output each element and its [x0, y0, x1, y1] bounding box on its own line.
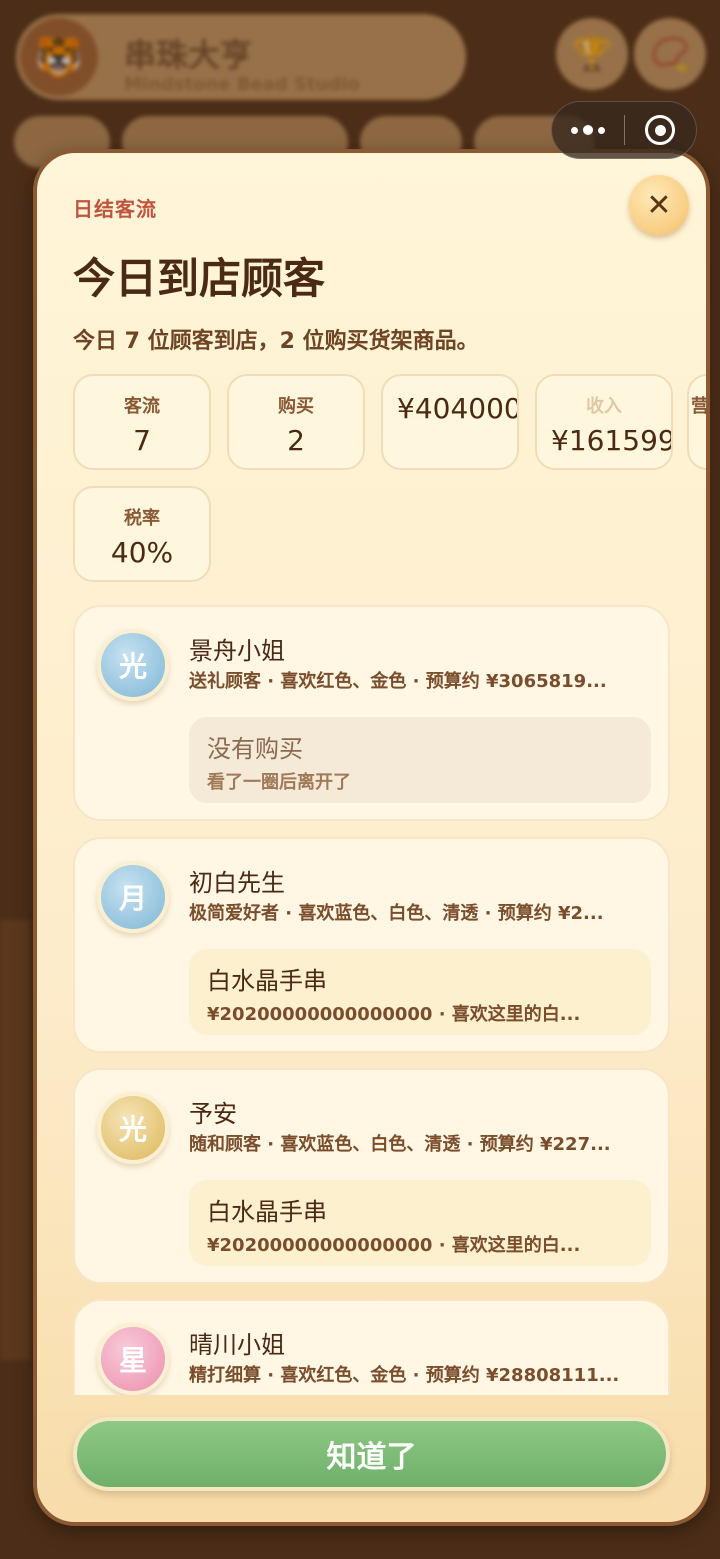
purchase-title: 白水晶手串	[207, 1198, 327, 1226]
purchase-detail: 看了一圈后离开了	[207, 772, 351, 793]
stat-label: 客流	[124, 396, 160, 417]
more-dots-icon[interactable]	[552, 102, 624, 158]
purchase-title: 没有购买	[207, 735, 303, 763]
purchase-detail: ¥20200000000000000 · 喜欢这里的白...	[207, 1004, 581, 1025]
customer-avatar: 光	[97, 629, 169, 701]
modal-kicker: 日结客流	[73, 197, 157, 221]
purchase-status: 白水晶手串 ¥20200000000000000 · 喜欢这里的白...	[189, 949, 651, 1035]
stat-label: 营	[691, 396, 709, 417]
purchase-detail: ¥20200000000000000 · 喜欢这里的白...	[207, 1235, 581, 1256]
modal-title: 今日到店顾客	[73, 254, 326, 303]
stat-value: ¥4040000	[397, 392, 517, 425]
close-button[interactable]: ✕	[629, 175, 689, 235]
miniprogram-capsule	[551, 101, 697, 159]
daily-traffic-modal: 日结客流 ✕ 今日到店顾客 今日 7 位顾客到店，2 位购买货架商品。 客流 7…	[33, 149, 710, 1526]
customer-name: 景舟小姐	[189, 637, 285, 665]
target-close-icon[interactable]	[625, 102, 697, 158]
purchase-status: 没有购买 看了一圈后离开了	[189, 717, 651, 803]
stat-purchases: 购买 2	[227, 374, 365, 470]
customer-name: 晴川小姐	[189, 1331, 285, 1359]
stat-traffic: 客流 7	[73, 374, 211, 470]
purchase-title: 白水晶手串	[207, 967, 327, 995]
customer-card: 光 景舟小姐 送礼顾客 · 喜欢红色、金色 · 预算约 ¥3065819... …	[73, 605, 670, 821]
stat-label: 购买	[278, 396, 314, 417]
stat-value: ¥16159999000	[551, 424, 671, 457]
stat-value: 7	[133, 424, 151, 457]
stat-label: 税率	[124, 508, 160, 529]
customer-description: 精打细算 · 喜欢红色、金色 · 预算约 ¥28808111...	[189, 1365, 620, 1386]
purchase-status: 白水晶手串 ¥20200000000000000 · 喜欢这里的白...	[189, 1180, 651, 1266]
customer-card: 星 晴川小姐 精打细算 · 喜欢红色、金色 · 预算约 ¥28808111...	[73, 1299, 670, 1395]
customer-avatar: 月	[97, 861, 169, 933]
customer-description: 送礼顾客 · 喜欢红色、金色 · 预算约 ¥3065819...	[189, 671, 607, 692]
customer-card: 光 予安 随和顾客 · 喜欢蓝色、白色、清透 · 预算约 ¥227... 白水晶…	[73, 1068, 670, 1284]
stat-tax-rate: 税率 40%	[73, 486, 211, 582]
stat-label: 收入	[586, 396, 622, 417]
modal-summary: 今日 7 位顾客到店，2 位购买货架商品。	[73, 329, 479, 354]
stat-income: 收入 ¥16159999000	[535, 374, 673, 470]
customer-card: 月 初白先生 极简爱好者 · 喜欢蓝色、白色、清透 · 预算约 ¥2... 白水…	[73, 837, 670, 1053]
customer-avatar: 光	[97, 1092, 169, 1164]
stat-sales: ¥4040000	[381, 374, 519, 470]
customer-description: 随和顾客 · 喜欢蓝色、白色、清透 · 预算约 ¥227...	[189, 1134, 611, 1155]
customer-name: 初白先生	[189, 869, 285, 897]
customer-name: 予安	[189, 1100, 237, 1128]
stat-revenue: 营	[687, 374, 709, 470]
customer-description: 极简爱好者 · 喜欢蓝色、白色、清透 · 预算约 ¥2...	[189, 903, 604, 924]
acknowledge-button[interactable]: 知道了	[73, 1417, 670, 1491]
customer-list[interactable]: 光 景舟小姐 送礼顾客 · 喜欢红色、金色 · 预算约 ¥3065819... …	[37, 605, 706, 1395]
customer-avatar: 星	[97, 1323, 169, 1395]
stat-value: 2	[287, 424, 305, 457]
stat-value: 40%	[110, 536, 174, 569]
